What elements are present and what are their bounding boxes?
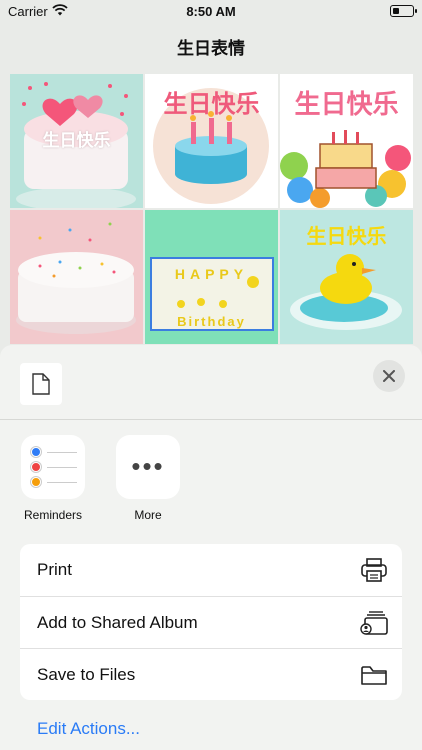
clock: 8:50 AM bbox=[186, 4, 236, 19]
close-icon bbox=[383, 370, 395, 382]
folder-icon bbox=[361, 666, 387, 685]
action-print[interactable]: Print bbox=[20, 544, 402, 596]
battery-icon bbox=[390, 5, 417, 17]
action-add-to-shared-album[interactable]: Add to Shared Album bbox=[20, 596, 402, 648]
sticker-grid: 生日快乐 生日快乐 生日快乐 HAPPY Birthday 生日快乐 bbox=[10, 74, 413, 344]
more-icon: ••• bbox=[116, 435, 180, 499]
sticker-caption: 生日快乐 bbox=[42, 131, 111, 150]
sprinkles-cake-image bbox=[16, 222, 136, 334]
sticker-caption: 生日快乐 bbox=[163, 91, 260, 118]
close-button[interactable] bbox=[373, 360, 405, 392]
app-reminders[interactable]: Reminders bbox=[20, 435, 86, 522]
app-more[interactable]: ••• More bbox=[115, 435, 181, 522]
app-label: More bbox=[134, 508, 162, 522]
app-label: Reminders bbox=[23, 508, 83, 522]
sticker-tile[interactable]: 生日快乐 bbox=[280, 210, 413, 344]
printer-icon bbox=[361, 558, 387, 582]
sticker-caption: HAPPY bbox=[174, 266, 249, 282]
sticker-caption: 生日快乐 bbox=[306, 226, 387, 248]
sticker-tile[interactable]: 生日快乐 bbox=[10, 74, 143, 208]
sticker-tile[interactable]: 生日快乐 bbox=[280, 74, 413, 208]
shared-album-icon bbox=[360, 611, 388, 635]
action-label: Save to Files bbox=[37, 665, 136, 684]
reminders-icon bbox=[21, 435, 85, 499]
divider bbox=[0, 419, 422, 420]
sticker-caption: Birthday bbox=[177, 314, 246, 329]
share-sheet: Reminders ••• More Print Add to Shared A… bbox=[0, 345, 422, 750]
sticker-caption: 生日快乐 bbox=[294, 89, 399, 119]
sticker-tile[interactable]: HAPPY Birthday bbox=[145, 210, 278, 344]
edit-actions-link[interactable]: Edit Actions... bbox=[37, 719, 140, 739]
action-save-to-files[interactable]: Save to Files bbox=[20, 648, 402, 700]
nav-bar: 生日表情 bbox=[0, 24, 422, 64]
sticker-tile[interactable]: 生日快乐 bbox=[145, 74, 278, 208]
sticker-tile[interactable] bbox=[10, 210, 143, 344]
action-label: Print bbox=[37, 560, 72, 579]
action-label: Add to Shared Album bbox=[37, 613, 198, 632]
status-bar: Carrier 8:50 AM bbox=[0, 0, 422, 24]
action-list: Print Add to Shared Album Save to Files bbox=[20, 544, 402, 700]
document-thumbnail bbox=[20, 363, 62, 405]
document-icon bbox=[32, 373, 50, 395]
page-title: 生日表情 bbox=[177, 39, 245, 58]
